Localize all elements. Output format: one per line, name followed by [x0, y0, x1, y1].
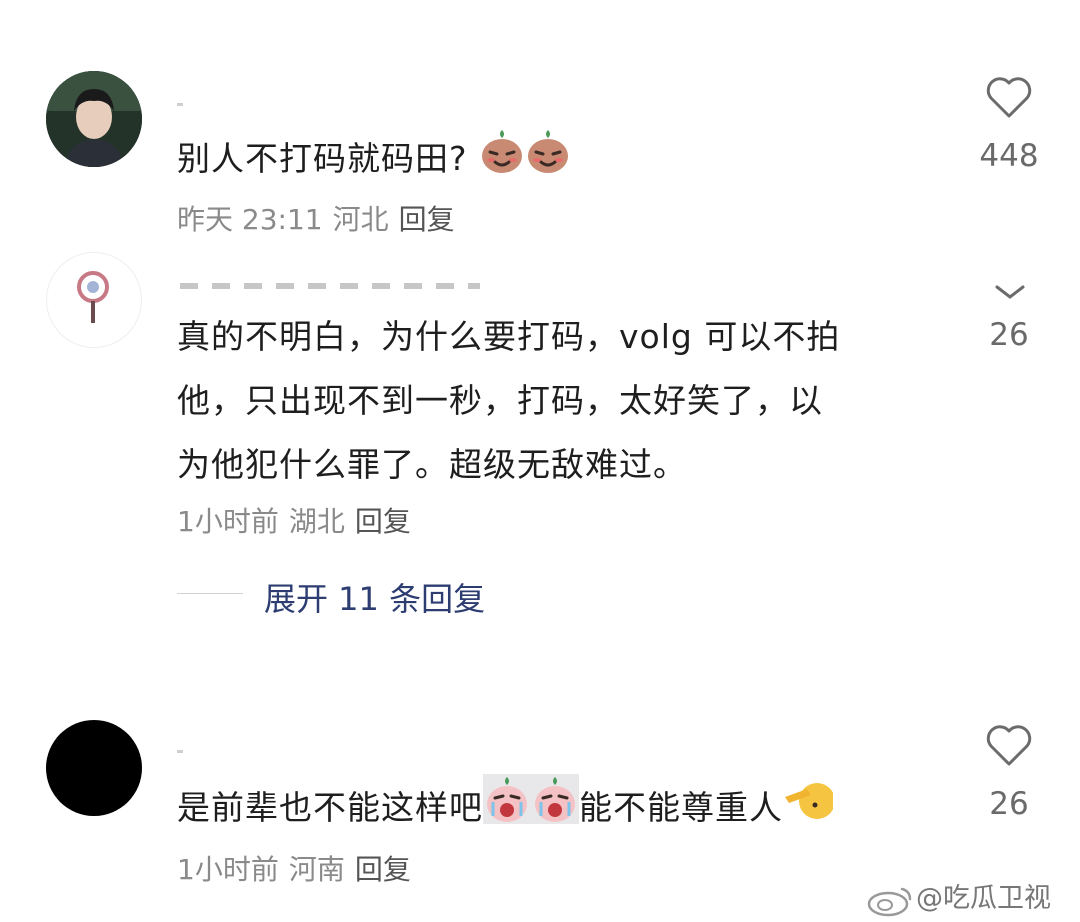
comment-location: 河北 [332, 203, 389, 236]
like-count: 26 [989, 317, 1029, 353]
reply-button[interactable]: 回复 [355, 505, 411, 538]
username-placeholder [177, 103, 183, 106]
smirk-bean-icon [525, 126, 571, 195]
comment-location: 湖北 [288, 505, 345, 538]
heart-icon[interactable] [985, 76, 1033, 120]
like-count: 448 [979, 138, 1039, 174]
reply-button[interactable]: 回复 [399, 203, 455, 236]
username-placeholder [177, 750, 183, 753]
expand-divider [177, 593, 243, 594]
comment-text: 别人不打码就码田? [177, 126, 571, 195]
weibo-logo-icon [867, 887, 912, 916]
user-avatar[interactable] [46, 71, 142, 167]
comment-line: 真的不明白，为什么要打码，volg 可以不拍 [177, 317, 841, 356]
comment-line: 为他犯什么罪了。超级无敌难过。 [177, 445, 687, 484]
comment-meta: 昨天 23:11 河北 回复 [177, 198, 465, 238]
salute-face-icon [783, 775, 835, 844]
crying-bean-icon [483, 774, 531, 845]
comment-time: 1小时前 [177, 505, 279, 538]
like-button[interactable] [985, 724, 1033, 772]
like-button[interactable] [985, 76, 1033, 124]
reply-button[interactable]: 回复 [355, 853, 411, 886]
username-placeholder [180, 283, 480, 289]
comment-text: 是前辈也不能这样吧 能不能尊重人 [177, 774, 835, 845]
user-avatar[interactable] [46, 252, 142, 348]
comment-text: 真的不明白，为什么要打码，volg 可以不拍 他，只出现不到一秒，打码，太好笑了… [177, 305, 840, 497]
comment-time: 1小时前 [177, 853, 279, 886]
comment-meta: 1小时前 湖北 回复 [177, 500, 421, 540]
heart-icon[interactable] [995, 285, 1025, 299]
like-button[interactable] [995, 284, 1025, 303]
weibo-watermark: @吃瓜卫视 [866, 876, 1051, 917]
comment-meta: 1小时前 河南 回复 [177, 848, 421, 888]
crying-bean-icon [531, 774, 579, 845]
like-count: 26 [989, 786, 1029, 822]
expand-replies-button[interactable]: 展开 11 条回复 [264, 574, 485, 620]
comment-location: 河南 [288, 853, 345, 886]
user-avatar[interactable] [46, 720, 142, 816]
comment-time: 昨天 23:11 [177, 203, 323, 236]
comment-line: 他，只出现不到一秒，打码，太好笑了，以 [177, 381, 823, 420]
smirk-bean-icon [479, 126, 525, 195]
heart-icon[interactable] [985, 724, 1033, 768]
